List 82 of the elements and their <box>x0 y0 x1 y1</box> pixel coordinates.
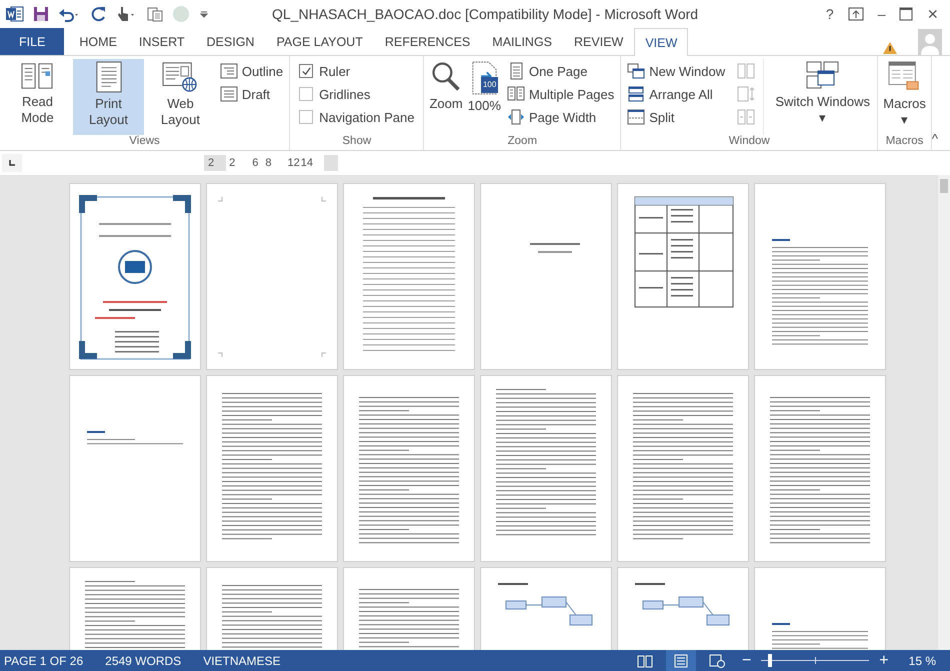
switch-windows-button[interactable]: Switch Windows ▾ <box>771 59 874 135</box>
ribbon-tab[interactable]: REVIEW <box>563 28 634 55</box>
word-logo-icon <box>6 6 24 22</box>
ribbon-tab[interactable]: HOME <box>68 28 128 55</box>
page-drawing[interactable] <box>754 375 886 562</box>
page-drawing[interactable] <box>206 375 338 562</box>
maximize-icon[interactable] <box>899 7 914 21</box>
multiple-pages-button[interactable]: Multiple Pages <box>506 84 614 104</box>
one-page-button[interactable]: One Page <box>506 61 614 81</box>
new-window-icon <box>627 63 646 79</box>
collapse-ribbon-button[interactable]: ^ <box>932 131 938 146</box>
zoom-level-text[interactable]: 15 % <box>908 654 936 668</box>
print-layout-button[interactable]: Print Layout <box>72 59 144 135</box>
ribbon-tab[interactable]: VIEW <box>634 28 688 56</box>
ribbon-tab[interactable]: INSERT <box>128 28 196 55</box>
page-drawing[interactable] <box>343 375 475 562</box>
open-book-icon <box>636 654 653 668</box>
horizontal-ruler[interactable]: 2 2 6 8 1214 <box>204 155 338 171</box>
zoom-out-button[interactable]: − <box>742 652 752 670</box>
ribbon-tab[interactable]: MAILINGS <box>481 28 564 55</box>
web-page-icon <box>708 654 725 668</box>
page-drawing[interactable] <box>343 183 475 370</box>
page-drawing[interactable] <box>69 183 201 370</box>
outline-button[interactable]: Outline <box>220 61 284 81</box>
draft-button[interactable]: Draft <box>220 84 284 104</box>
zoom-button[interactable]: Zoom <box>427 59 465 135</box>
file-tab[interactable]: FILE <box>0 28 64 55</box>
warning-icon[interactable] <box>882 41 898 55</box>
redo-icon[interactable] <box>91 6 107 22</box>
windows-icon <box>806 61 840 91</box>
group-label: Macros <box>884 135 924 149</box>
macros-button[interactable]: Macros ▾ <box>881 59 928 135</box>
read-mode-button[interactable]: Read Mode <box>3 59 72 135</box>
tab-selector-icon[interactable] <box>2 154 22 172</box>
close-button[interactable]: × <box>927 4 938 24</box>
group-label: Views <box>128 135 161 149</box>
save-icon[interactable] <box>33 6 49 22</box>
two-pages-icon <box>506 85 525 103</box>
page-icon <box>672 654 689 668</box>
page-drawing[interactable] <box>480 375 612 562</box>
group-label: Window <box>728 135 771 149</box>
hundred-percent-button[interactable]: 100 100% <box>466 59 503 135</box>
split-button[interactable]: Split <box>627 107 726 127</box>
zoom-badge: 100 <box>480 77 498 93</box>
zoom-in-button[interactable]: + <box>879 652 889 670</box>
page-drawing[interactable] <box>754 183 886 370</box>
magnifier-icon <box>430 61 462 93</box>
split-icon <box>627 109 646 125</box>
status-text[interactable]: 2549 WORDS <box>105 654 182 668</box>
page-drawing[interactable] <box>617 183 749 370</box>
zoom-slider[interactable] <box>761 654 870 667</box>
window-title: QL_NHASACH_BAOCAO.doc [Compatibility Mode] - Microsoft Word <box>272 6 698 22</box>
checkbox-option[interactable]: Navigation Pane <box>299 107 414 127</box>
clipboard-icon[interactable] <box>147 6 163 22</box>
page-drawing[interactable] <box>617 375 749 562</box>
ribbon-tab[interactable]: REFERENCES <box>374 28 482 55</box>
page-width-icon <box>506 108 525 126</box>
new-window-button[interactable]: New Window <box>627 61 726 81</box>
open-book-icon <box>20 61 54 91</box>
group-label: Show <box>341 135 372 149</box>
minimize-button[interactable]: – <box>878 6 886 22</box>
ribbon-tab[interactable]: DESIGN <box>196 28 266 55</box>
checkbox-option[interactable]: Gridlines <box>299 84 414 104</box>
ribbon-display-icon[interactable] <box>848 7 864 21</box>
arrange-all-button[interactable]: Arrange All <box>627 84 726 104</box>
customize-caret-icon[interactable] <box>199 9 209 19</box>
status-text[interactable]: VIETNAMESE <box>203 654 281 668</box>
outline-icon <box>220 63 238 79</box>
page-width-button[interactable]: Page Width <box>506 107 614 127</box>
web-page-icon <box>162 61 198 93</box>
ribbon-tab[interactable]: PAGE LAYOUT <box>265 28 374 55</box>
draft-icon <box>220 86 238 102</box>
page-icon <box>94 61 122 93</box>
arrange-icon <box>627 86 646 102</box>
print-layout-button[interactable] <box>666 650 696 671</box>
checkmark-icon <box>300 66 312 76</box>
help-button[interactable]: ? <box>826 6 834 22</box>
status-text[interactable]: PAGE 1 OF 26 <box>4 654 84 668</box>
checkbox-option[interactable]: Ruler <box>299 61 414 81</box>
web-layout-button[interactable]: Web Layout <box>145 59 216 135</box>
group-label: Zoom <box>506 135 538 149</box>
vertical-scrollbar[interactable] <box>938 175 950 650</box>
